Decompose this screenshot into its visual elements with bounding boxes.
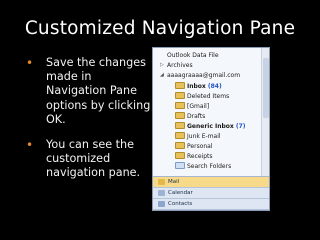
folder-tree: Outlook Data File ▷ Archives ◢ aaaagraaa… (153, 48, 269, 176)
tree-item-personal[interactable]: Personal (175, 142, 213, 152)
tree-item-inbox[interactable]: Inbox (84) (175, 82, 222, 92)
tree-item-label: Inbox (187, 83, 206, 90)
tree-item-drafts[interactable]: Drafts (175, 112, 205, 122)
button-label: Contacts (168, 201, 193, 207)
tree-item-archives[interactable]: Archives (167, 61, 193, 71)
calendar-button[interactable]: Calendar (153, 188, 269, 199)
slide-title: Customized Navigation Pane (24, 18, 296, 39)
tree-item-label: Outlook Data File (167, 52, 219, 59)
calendar-icon (158, 189, 165, 196)
bullet-item: • Save the changes made in Navigation Pa… (26, 56, 154, 127)
tree-item-outlook-data-file[interactable]: Outlook Data File (167, 51, 219, 61)
button-label: Calendar (168, 190, 193, 196)
scroll-thumb[interactable] (263, 58, 269, 118)
folder-icon (175, 102, 185, 109)
tree-item-label: Junk E-mail (187, 133, 221, 140)
tree-item-receipts[interactable]: Receipts (175, 152, 213, 162)
contacts-button[interactable]: Contacts (153, 199, 269, 210)
unread-count: (7) (235, 123, 246, 130)
collapse-icon[interactable]: ◢ (160, 72, 164, 78)
search-folder-icon (175, 162, 185, 169)
tree-item-label: Personal (187, 143, 213, 150)
tree-item-label: aaaagraaaa@gmail.com (167, 72, 241, 79)
tree-item-search-folders[interactable]: Search Folders (175, 162, 231, 172)
tree-item-label: Search Folders (187, 163, 232, 170)
folder-icon (175, 152, 185, 159)
bullet-item: • You can see the customized navigation … (26, 138, 154, 181)
folder-icon (175, 142, 185, 149)
folder-icon (175, 112, 185, 119)
tree-item-junk-email[interactable]: Junk E-mail (175, 132, 221, 142)
bullet-list: • Save the changes made in Navigation Pa… (26, 56, 154, 192)
tree-item-label: Receipts (187, 153, 213, 160)
bullet-icon: • (26, 138, 34, 153)
button-label: Mail (168, 179, 180, 185)
bullet-icon: • (26, 56, 34, 70)
bullet-text: Save the changes made in Navigation Pane… (46, 56, 151, 126)
bullet-text: You can see the customized navigation pa… (46, 138, 141, 180)
expand-icon[interactable]: ▷ (160, 62, 164, 68)
tree-item-label: Drafts (187, 113, 206, 120)
vertical-scrollbar[interactable] (261, 48, 269, 176)
tree-item-label: Deleted Items (187, 93, 230, 100)
tree-item-deleted-items[interactable]: Deleted Items (175, 92, 229, 102)
tree-item-label: Archives (167, 62, 193, 69)
navigation-buttons: Mail Calendar Contacts (153, 176, 269, 210)
mail-button[interactable]: Mail (153, 177, 269, 188)
tree-item-account[interactable]: aaaagraaaa@gmail.com (167, 71, 240, 81)
tree-item-gmail[interactable]: [Gmail] (175, 102, 209, 112)
navigation-pane: Outlook Data File ▷ Archives ◢ aaaagraaa… (152, 47, 270, 211)
contacts-icon (158, 200, 165, 207)
folder-icon (175, 132, 185, 139)
folder-icon (175, 122, 185, 129)
tree-item-label: Generic Inbox (187, 123, 234, 130)
tree-item-generic-inbox[interactable]: Generic Inbox (7) (175, 122, 246, 132)
folder-icon (175, 82, 185, 89)
mail-icon (158, 178, 165, 185)
unread-count: (84) (207, 83, 222, 90)
folder-icon (175, 92, 185, 99)
tree-item-label: [Gmail] (187, 103, 210, 110)
